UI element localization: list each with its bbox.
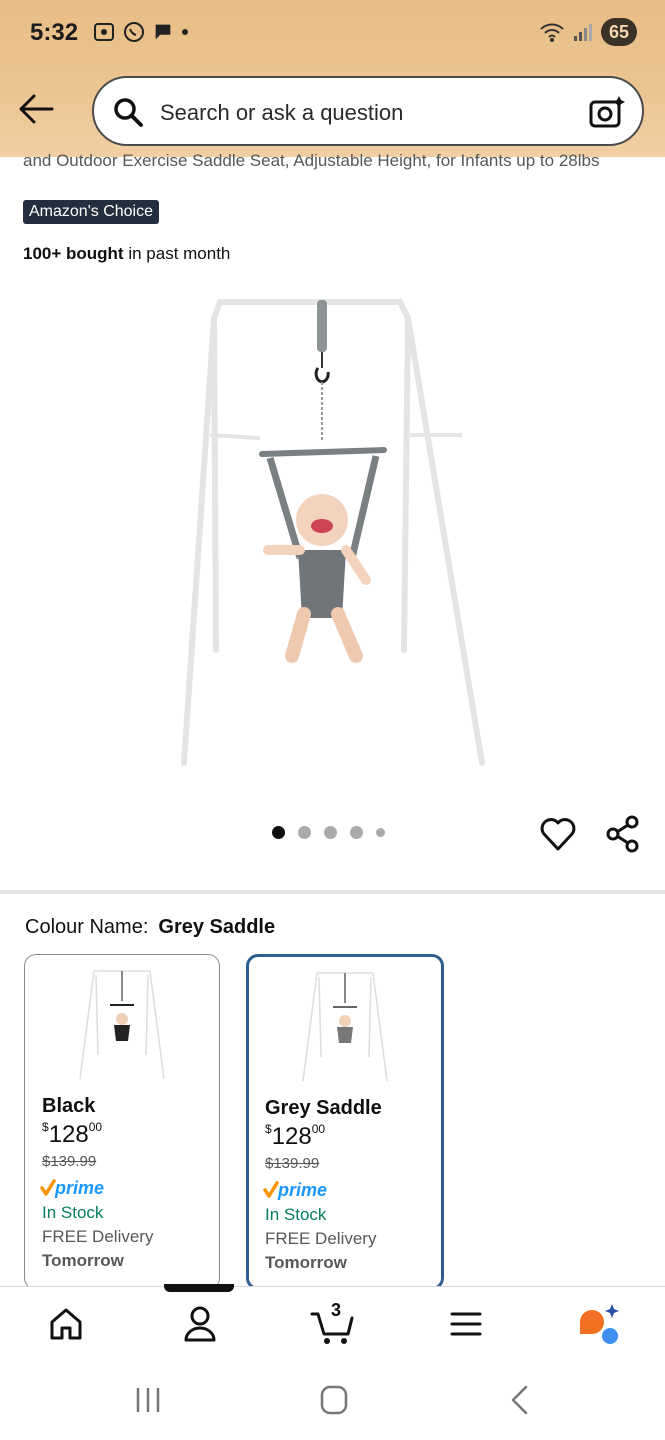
stock-status: In Stock [42,1203,104,1222]
carousel-dot[interactable] [350,826,363,839]
bought-bold: 100+ bought [23,244,124,263]
variant-thumbnail [79,970,165,1080]
chat-bubble-icon [155,24,171,40]
carousel-dot[interactable] [376,828,385,837]
price-fraction: 00 [88,1120,103,1134]
price-fraction: 00 [311,1122,326,1136]
recent-apps-icon[interactable] [128,1384,168,1416]
colour-label: Colour Name: [25,916,149,938]
account-icon[interactable] [176,1300,224,1348]
bought-rest: in past month [123,244,231,263]
price-whole: 128 [48,1121,89,1148]
prime-logo-icon: prime [40,1178,104,1198]
screenshot-icon [94,23,114,41]
search-bar[interactable]: Search or ask a question [92,76,644,146]
cart-count-badge: 3 [331,1300,342,1320]
camera-lens-icon[interactable] [588,94,626,130]
variant-price: $12800 [42,1120,103,1149]
signal-icon [573,24,592,41]
wifi-icon [540,23,564,42]
delivery-day: Tomorrow [265,1253,347,1272]
app-header: 5:32 65 Search or ask a question [0,0,665,157]
back-arrow-icon[interactable] [18,92,54,126]
colour-value: Grey Saddle [158,916,276,938]
home-icon[interactable] [42,1300,90,1348]
variant-price: $12800 [265,1122,326,1151]
whatsapp-icon [124,22,144,42]
amazons-choice-badge: Amazon's Choice [23,200,159,224]
variant-name: Black [42,1095,96,1117]
active-tab-indicator [164,1284,234,1292]
list-price: $139.99 [265,1155,320,1172]
carousel-dot[interactable] [298,826,311,839]
delivery-text: FREE Delivery [42,1227,154,1246]
stock-status: In Stock [265,1205,327,1224]
prime-text: prime [54,1178,104,1198]
carousel-dot[interactable] [272,826,285,839]
delivery-day: Tomorrow [42,1251,124,1270]
image-carousel-dots[interactable] [272,826,385,839]
carousel-dot[interactable] [324,826,337,839]
rufus-icon[interactable] [574,1300,622,1348]
status-time: 5:32 [30,19,79,46]
price-symbol: $ [265,1122,272,1136]
product-image[interactable] [170,288,500,778]
variant-name: Grey Saddle [265,1097,382,1119]
home-button-icon[interactable] [314,1384,354,1416]
battery-indicator: 65 [600,18,637,46]
variant-card-black[interactable]: Black $12800 $139.99 prime In Stock FREE… [24,954,220,1290]
price-symbol: $ [42,1120,49,1134]
search-icon [114,98,143,127]
prime-text: prime [277,1180,327,1200]
heart-icon[interactable] [538,814,578,854]
bought-count: 100+ bought in past month [23,244,230,264]
search-input[interactable]: Search or ask a question [160,100,403,126]
delivery-text: FREE Delivery [265,1229,377,1248]
status-right-icons: 65 [539,18,637,46]
share-icon[interactable] [604,814,642,854]
prime-logo-icon: prime [263,1180,327,1200]
system-back-icon[interactable] [500,1384,540,1416]
status-left-icons [92,20,190,44]
colour-name-row: Colour Name: Grey Saddle [25,916,275,939]
list-price: $139.99 [42,1153,97,1170]
section-divider [0,890,665,894]
product-title: and Outdoor Exercise Saddle Seat, Adjust… [23,151,600,170]
dot-icon [182,29,188,35]
variant-thumbnail [302,972,388,1082]
price-whole: 128 [271,1123,312,1150]
menu-icon[interactable] [442,1300,490,1348]
variant-card-grey-saddle[interactable]: Grey Saddle $12800 $139.99 prime In Stoc… [246,954,444,1290]
